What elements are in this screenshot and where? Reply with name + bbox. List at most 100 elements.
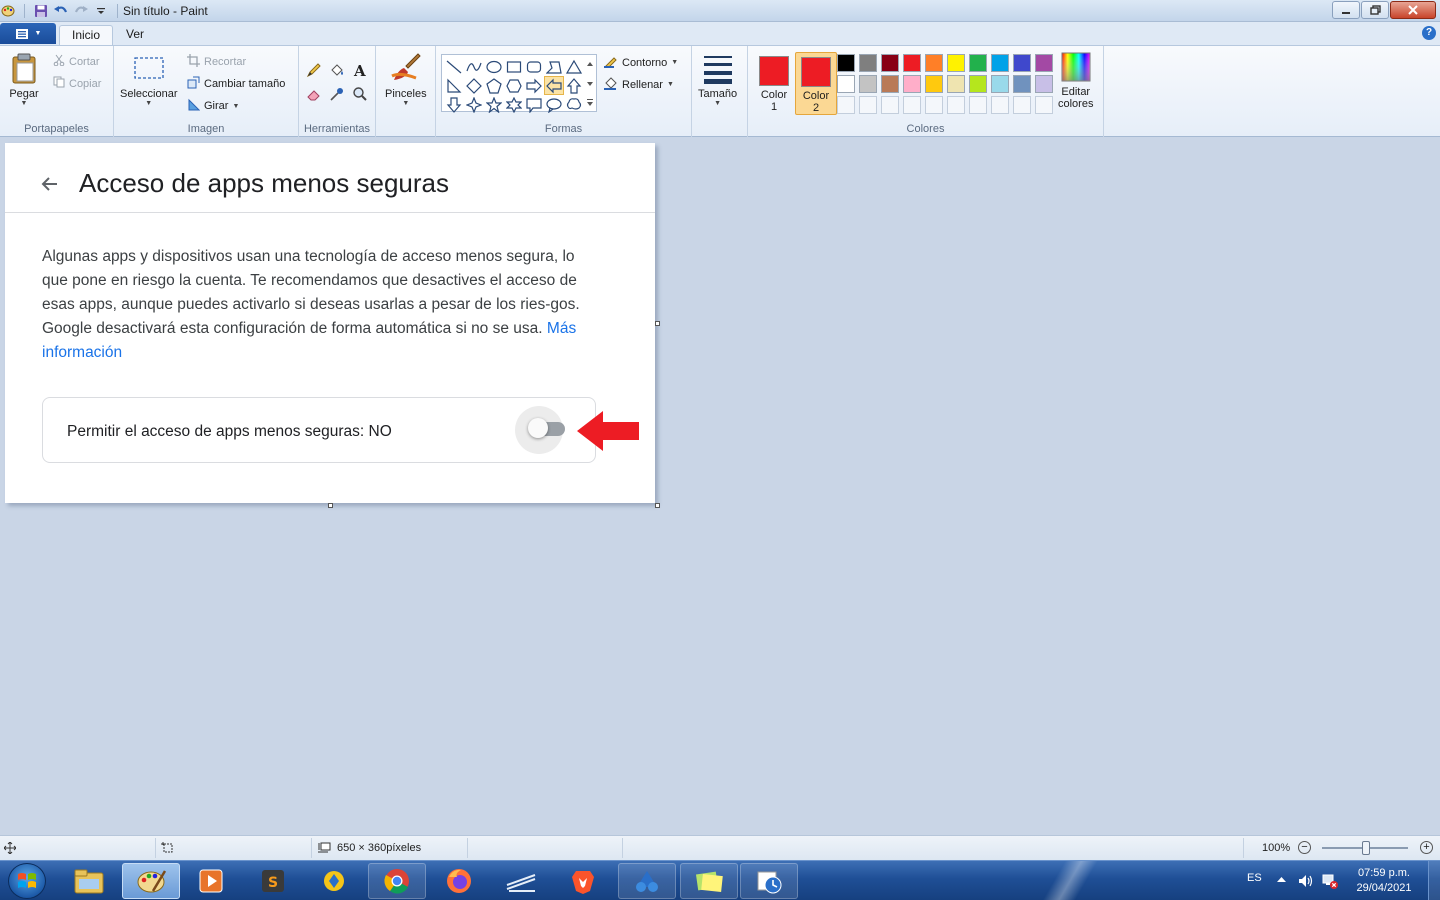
palette-swatch[interactable] (859, 75, 877, 93)
language-indicator[interactable]: ES (1247, 872, 1262, 884)
oval-shape-icon[interactable] (484, 57, 504, 76)
down-arrow-shape-icon[interactable] (444, 95, 464, 114)
file-menu-button[interactable]: ▼ (0, 23, 56, 44)
palette-swatch[interactable] (991, 54, 1009, 72)
brushes-button[interactable]: Pinceles ▼ (385, 52, 427, 107)
save-icon[interactable] (33, 3, 49, 19)
diamond-shape-icon[interactable] (464, 76, 484, 95)
palette-swatch-empty[interactable] (947, 96, 965, 114)
curve-shape-icon[interactable] (464, 57, 484, 76)
triangle-shape-icon[interactable] (564, 57, 584, 76)
hexagon-shape-icon[interactable] (504, 76, 524, 95)
taskbar-firefox[interactable] (430, 863, 488, 899)
palette-swatch[interactable] (859, 54, 877, 72)
palette-swatch[interactable] (1013, 54, 1031, 72)
show-hidden-icons[interactable] (1277, 874, 1286, 886)
palette-swatch[interactable] (991, 75, 1009, 93)
taskbar-media-player[interactable] (182, 863, 240, 899)
palette-swatch-empty[interactable] (903, 96, 921, 114)
crop-button[interactable]: Recortar (187, 54, 246, 70)
select-button[interactable]: Seleccionar ▼ (120, 52, 177, 107)
five-point-star-shape-icon[interactable] (484, 95, 504, 114)
rotate-button[interactable]: Girar ▼ (187, 98, 239, 114)
magnifier-icon[interactable] (350, 84, 370, 104)
paste-button[interactable]: Pegar ▼ (8, 52, 40, 107)
cut-button[interactable]: Cortar (53, 54, 100, 69)
taskbar-app-clock[interactable] (740, 863, 798, 899)
tab-home[interactable]: Inicio (59, 25, 114, 45)
palette-swatch[interactable] (925, 75, 943, 93)
customize-qat-icon[interactable] (93, 3, 109, 19)
four-point-star-shape-icon[interactable] (464, 95, 484, 114)
paint-canvas[interactable]: Acceso de apps menos seguras Algunas app… (5, 143, 655, 503)
palette-swatch-empty[interactable] (881, 96, 899, 114)
eraser-icon[interactable] (304, 84, 324, 104)
taskbar-chrome[interactable] (368, 863, 426, 899)
help-icon[interactable]: ? (1422, 26, 1436, 40)
palette-swatch[interactable] (881, 75, 899, 93)
taskbar-sticky-notes[interactable] (680, 863, 738, 899)
palette-swatch[interactable] (837, 75, 855, 93)
palette-swatch[interactable] (947, 54, 965, 72)
palette-swatch[interactable] (969, 54, 987, 72)
zoom-out-button[interactable]: − (1298, 841, 1311, 854)
palette-swatch[interactable] (837, 54, 855, 72)
taskbar-sublime[interactable]: S (244, 863, 302, 899)
pentagon-shape-icon[interactable] (484, 76, 504, 95)
outline-button[interactable]: Contorno ▼ (604, 54, 678, 71)
resize-handle-bottom[interactable] (328, 503, 333, 508)
rectangle-shape-icon[interactable] (504, 57, 524, 76)
color2-button[interactable]: Color 2 (795, 52, 837, 115)
resize-button[interactable]: Cambiar tamaño (187, 76, 285, 92)
palette-swatch[interactable] (925, 54, 943, 72)
palette-swatch-empty[interactable] (837, 96, 855, 114)
zoom-slider-thumb[interactable] (1362, 841, 1370, 855)
taskbar-brave[interactable] (554, 863, 612, 899)
size-button[interactable]: Tamaño ▼ (698, 52, 737, 107)
start-button[interactable] (8, 863, 46, 899)
taskbar-paint[interactable] (122, 863, 180, 899)
pencil-icon[interactable] (304, 60, 324, 80)
palette-swatch-empty[interactable] (969, 96, 987, 114)
tab-view[interactable]: Ver (114, 25, 156, 45)
palette-swatch-empty[interactable] (1013, 96, 1031, 114)
palette-swatch-empty[interactable] (991, 96, 1009, 114)
system-clock[interactable]: 07:59 p.m. 29/04/2021 (1352, 866, 1416, 896)
copy-button[interactable]: Copiar (53, 76, 101, 91)
right-arrow-shape-icon[interactable] (524, 76, 544, 95)
palette-swatch-empty[interactable] (925, 96, 943, 114)
palette-swatch[interactable] (881, 54, 899, 72)
taskbar-app-blue[interactable] (618, 863, 676, 899)
left-arrow-shape-icon[interactable] (544, 76, 564, 95)
restore-button[interactable] (1361, 1, 1389, 19)
resize-handle-right[interactable] (655, 321, 660, 326)
fill-button[interactable]: Rellenar ▼ (604, 76, 674, 93)
right-triangle-shape-icon[interactable] (444, 76, 464, 95)
close-button[interactable] (1390, 1, 1436, 19)
callout-oval-shape-icon[interactable] (544, 95, 564, 114)
palette-swatch[interactable] (1013, 75, 1031, 93)
up-arrow-shape-icon[interactable] (564, 76, 584, 95)
volume-icon[interactable] (1298, 874, 1314, 891)
palette-swatch-empty[interactable] (859, 96, 877, 114)
palette-swatch-empty[interactable] (1035, 96, 1053, 114)
palette-swatch[interactable] (1035, 75, 1053, 93)
shapes-scroll-icon[interactable] (586, 57, 594, 111)
undo-icon[interactable] (53, 3, 69, 19)
paint-app-icon[interactable] (0, 3, 16, 19)
text-icon[interactable]: A (350, 60, 370, 80)
palette-swatch[interactable] (1035, 54, 1053, 72)
show-desktop-button[interactable] (1428, 861, 1440, 900)
taskbar-app-yellow[interactable] (306, 863, 364, 899)
minimize-button[interactable] (1332, 1, 1360, 19)
taskbar-app-scanner[interactable] (492, 863, 550, 899)
palette-swatch[interactable] (903, 54, 921, 72)
color-picker-icon[interactable] (327, 84, 347, 104)
palette-swatch[interactable] (947, 75, 965, 93)
fill-bucket-icon[interactable] (327, 60, 347, 80)
zoom-in-button[interactable]: + (1420, 841, 1433, 854)
palette-swatch[interactable] (969, 75, 987, 93)
palette-swatch[interactable] (903, 75, 921, 93)
line-shape-icon[interactable] (444, 57, 464, 76)
network-warning-icon[interactable] (1322, 873, 1338, 892)
